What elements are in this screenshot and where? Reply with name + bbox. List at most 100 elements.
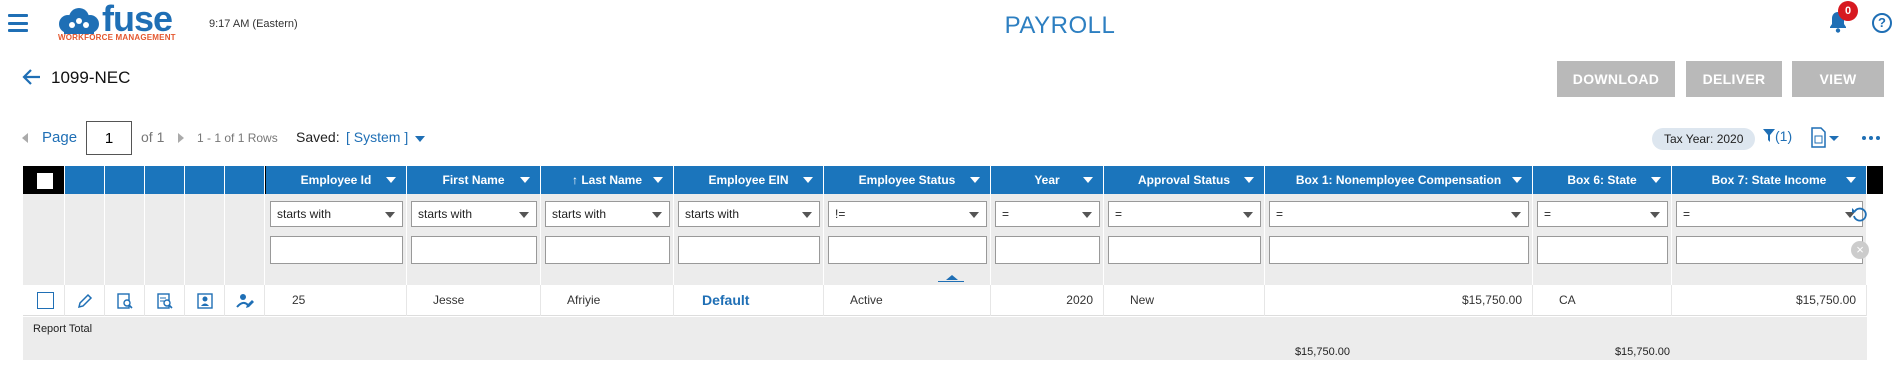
chevron-down-icon[interactable]: [415, 136, 425, 142]
next-page-icon[interactable]: [178, 133, 184, 143]
chevron-down-icon[interactable]: [1082, 212, 1092, 218]
column-menu-icon[interactable]: [520, 177, 530, 183]
column-header-box1[interactable]: Box 1: Nonemployee Compensation: [1265, 166, 1533, 194]
filter-value-input[interactable]: [1108, 236, 1261, 264]
more-options-icon[interactable]: [1862, 136, 1880, 140]
page-number-input[interactable]: [86, 121, 132, 155]
deliver-button[interactable]: DELIVER: [1686, 61, 1782, 97]
filter-value-input[interactable]: [270, 236, 403, 264]
column-header-box6[interactable]: Box 6: State: [1533, 166, 1672, 194]
column-header-label: Last Name: [581, 173, 643, 187]
view-document-icon[interactable]: [116, 292, 134, 310]
filter-cell-last-name: starts with: [541, 194, 674, 285]
action-column-filter-cell: [225, 194, 265, 285]
column-menu-icon[interactable]: [653, 177, 663, 183]
table-row[interactable]: 25 Jesse Afriyie Default Active 2020 New $15,75…: [23, 285, 1883, 316]
cell-box1: $15,750.00: [1265, 285, 1533, 316]
sort-asc-icon: ↑ Last Name: [571, 173, 643, 187]
chevron-down-icon[interactable]: [969, 212, 979, 218]
column-header-employee-ein[interactable]: Employee EIN: [674, 166, 824, 194]
tax-year-badge[interactable]: Tax Year: 2020: [1652, 128, 1756, 150]
column-menu-icon[interactable]: [1512, 177, 1522, 183]
chevron-down-icon[interactable]: [652, 212, 662, 218]
action-column-filter-cell: [105, 194, 145, 285]
page-count: of 1: [141, 129, 165, 145]
filter-value-input[interactable]: [1537, 236, 1668, 264]
notification-badge: 0: [1838, 1, 1858, 21]
filter-value-input[interactable]: [1269, 236, 1529, 264]
filter-cell-employee-ein: starts with: [674, 194, 824, 285]
filter-operator-select[interactable]: starts with: [411, 201, 537, 227]
column-header-approval-status[interactable]: Approval Status: [1104, 166, 1265, 194]
download-button[interactable]: DOWNLOAD: [1557, 61, 1675, 97]
prev-page-icon[interactable]: [22, 133, 28, 143]
column-menu-icon[interactable]: [1244, 177, 1254, 183]
export-icon[interactable]: [1810, 127, 1840, 149]
total-box7: $15,750.00: [1614, 346, 1670, 358]
filter-operator-select[interactable]: =: [1676, 201, 1863, 227]
edit-pencil-icon[interactable]: [76, 292, 94, 310]
view-button[interactable]: VIEW: [1792, 61, 1884, 97]
filter-operator-select[interactable]: !=: [828, 201, 987, 227]
column-menu-icon[interactable]: [803, 177, 813, 183]
filter-operator-select[interactable]: =: [1269, 201, 1529, 227]
employee-record-icon[interactable]: [196, 292, 214, 310]
filter-operator-select[interactable]: starts with: [545, 201, 670, 227]
chevron-down-icon[interactable]: [1243, 212, 1253, 218]
column-header-year[interactable]: Year: [991, 166, 1104, 194]
column-menu-icon[interactable]: [970, 177, 980, 183]
filter-operator-select[interactable]: starts with: [270, 201, 403, 227]
column-header-label: Employee Status: [858, 173, 956, 187]
column-header-label: Employee Id: [300, 173, 372, 187]
action-column-filter-cell: [65, 194, 105, 285]
edit-user-icon[interactable]: [236, 292, 254, 310]
column-header-box7[interactable]: Box 7: State Income: [1672, 166, 1867, 194]
grid-side-strip: [1867, 194, 1883, 360]
chevron-down-icon[interactable]: [1511, 212, 1521, 218]
filter-operator-select[interactable]: =: [995, 201, 1100, 227]
cell-employee-ein[interactable]: Default: [674, 285, 824, 316]
clear-filters-icon[interactable]: ×: [1851, 241, 1869, 259]
chevron-down-icon[interactable]: [385, 212, 395, 218]
collapse-filters-icon[interactable]: [937, 274, 964, 282]
row-count: 1 - 1 of 1 Rows: [197, 131, 278, 145]
filter-value-input[interactable]: [1676, 236, 1863, 264]
filter-operator-select[interactable]: =: [1537, 201, 1668, 227]
filter-operator-select[interactable]: =: [1108, 201, 1261, 227]
preview-document-icon[interactable]: [156, 292, 174, 310]
column-header-first-name[interactable]: First Name: [407, 166, 541, 194]
column-header-label: Box 7: State Income: [1711, 173, 1827, 187]
column-header-last-name[interactable]: ↑ Last Name: [541, 166, 674, 194]
back-arrow-icon[interactable]: [22, 68, 42, 86]
chevron-down-icon[interactable]: [519, 212, 529, 218]
filter-count: (1): [1775, 128, 1793, 144]
column-header-label: Box 1: Nonemployee Compensation: [1295, 173, 1502, 187]
filter-operator-select[interactable]: starts with: [678, 201, 820, 227]
saved-view-select[interactable]: [ System ]: [346, 129, 408, 145]
column-menu-icon[interactable]: [1651, 177, 1661, 183]
filter-cell-box6: =: [1533, 194, 1672, 285]
cell-box6: CA: [1533, 285, 1672, 316]
app-title: PAYROLL: [1004, 12, 1116, 39]
column-menu-icon[interactable]: [1846, 177, 1856, 183]
column-header-employee-id[interactable]: Employee Id: [266, 166, 407, 194]
page-label: Page: [42, 129, 78, 146]
header-label-wrap: Employee Id: [301, 173, 372, 187]
cell-employee-id: 25: [266, 285, 407, 316]
chevron-down-icon[interactable]: [1650, 212, 1660, 218]
filter-value-input[interactable]: [411, 236, 537, 264]
row-select-checkbox[interactable]: [37, 292, 54, 309]
help-icon[interactable]: ?: [1872, 13, 1892, 33]
filter-value-input[interactable]: [678, 236, 820, 264]
chevron-down-icon[interactable]: [802, 212, 812, 218]
filter-value-input[interactable]: [995, 236, 1100, 264]
active-filter-indicator[interactable]: (1): [1763, 128, 1792, 144]
header-label-wrap: Year: [1034, 173, 1059, 187]
column-header-employee-status[interactable]: Employee Status: [824, 166, 991, 194]
column-menu-icon[interactable]: [1083, 177, 1093, 183]
reset-filters-icon[interactable]: [1851, 206, 1869, 224]
filter-value-input[interactable]: [545, 236, 670, 264]
column-menu-icon[interactable]: [386, 177, 396, 183]
filter-value-input[interactable]: [828, 236, 987, 264]
select-all-checkbox[interactable]: [37, 173, 53, 189]
